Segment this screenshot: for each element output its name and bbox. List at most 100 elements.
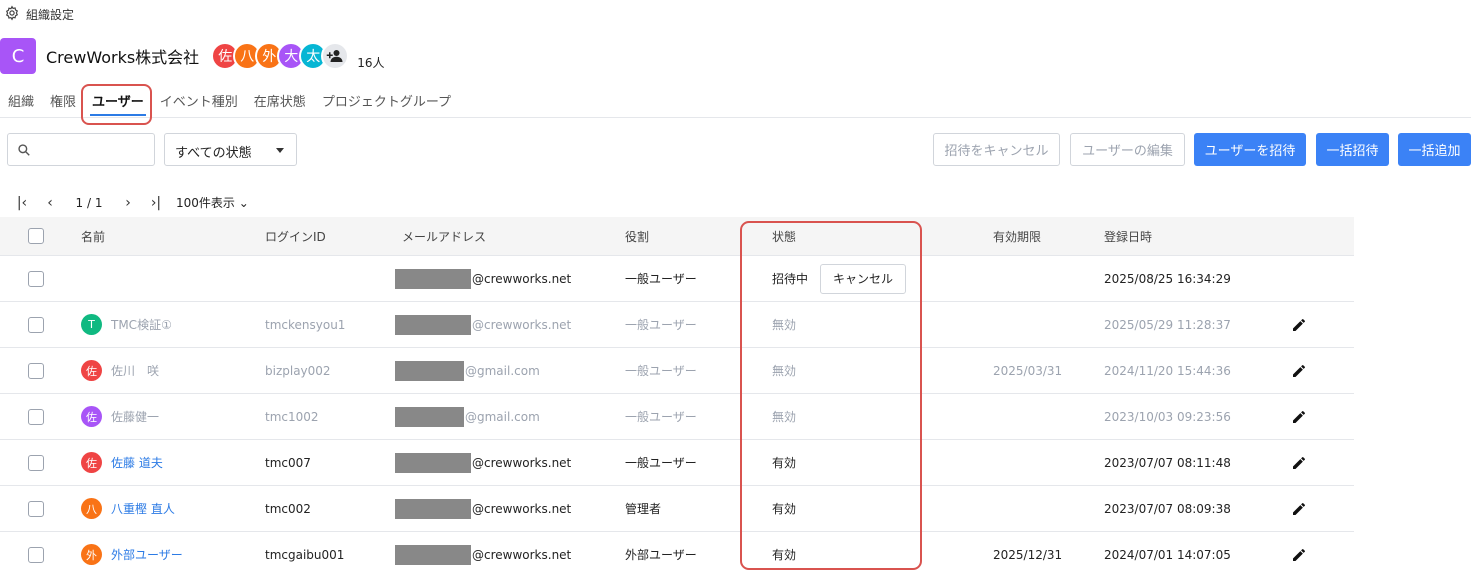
- status-text: 無効: [772, 318, 797, 332]
- cancel-invite-button[interactable]: 招待をキャンセル: [933, 133, 1060, 166]
- status-filter-select[interactable]: すべての状態: [164, 133, 297, 166]
- edit-pencil-icon[interactable]: [1291, 486, 1307, 531]
- redacted-email-mask: [395, 360, 464, 381]
- email-cell: @gmail.com: [395, 394, 540, 439]
- edit-pencil-icon[interactable]: [1291, 394, 1307, 439]
- role: 一般ユーザー: [625, 456, 697, 470]
- user-avatar: 佐: [81, 360, 102, 381]
- user-avatar: 佐: [81, 406, 102, 427]
- tab-3[interactable]: イベント種別: [152, 86, 246, 118]
- email-cell: @crewworks.net: [395, 302, 571, 347]
- redacted-email-mask: [395, 406, 464, 427]
- edit-pencil-icon[interactable]: [1291, 302, 1307, 347]
- row-checkbox[interactable]: [28, 486, 44, 531]
- user-name-cell[interactable]: 佐佐藤 道夫: [81, 440, 163, 485]
- email-cell: @gmail.com: [395, 348, 540, 393]
- email-domain: @crewworks.net: [472, 501, 572, 516]
- redacted-email-mask: [395, 268, 471, 289]
- status-filter-value: すべての状態: [175, 146, 252, 161]
- table-row[interactable]: 佐佐川 咲 bizplay002 @gmail.com 一般ユーザー 無効 2025/03…: [0, 348, 1354, 394]
- bulk-invite-button[interactable]: 一括招待: [1316, 133, 1389, 166]
- page-indicator: 1 / 1: [75, 195, 103, 210]
- user-name-cell: T TMC検証①: [81, 302, 172, 347]
- registered-at: 2024/07/01 14:07:05: [1104, 547, 1231, 562]
- user-name-cell[interactable]: 八八重樫 直人: [81, 486, 175, 531]
- registered-at: 2025/08/25 16:34:29: [1104, 271, 1231, 286]
- tab-0[interactable]: 組織: [0, 86, 42, 118]
- role: 一般ユーザー: [625, 364, 697, 378]
- role: 外部ユーザー: [625, 548, 697, 562]
- user-name: 佐藤 道夫: [111, 456, 163, 470]
- row-checkbox[interactable]: [28, 348, 44, 393]
- row-checkbox[interactable]: [28, 394, 44, 439]
- add-member-icon[interactable]: [321, 42, 350, 70]
- email-domain: @crewworks.net: [472, 317, 572, 332]
- per-page-select[interactable]: 100件表示 ⌄: [176, 194, 249, 211]
- table-row[interactable]: 八八重樫 直人 tmc002 @crewworks.net 管理者 有効 2023/07/…: [0, 486, 1354, 532]
- breadcrumb-label: 組織設定: [26, 8, 75, 22]
- email-domain: @crewworks.net: [472, 547, 572, 562]
- email-domain: @gmail.com: [465, 363, 540, 378]
- login-id: bizplay002: [265, 363, 331, 378]
- edit-user-button[interactable]: ユーザーの編集: [1070, 133, 1185, 166]
- row-checkbox[interactable]: [28, 256, 44, 301]
- col-status[interactable]: 状態: [772, 217, 796, 255]
- table-row[interactable]: 佐佐藤健一 tmc1002 @gmail.com 一般ユーザー 無効 2023/10/03…: [0, 394, 1354, 440]
- table-header: 名前 ログインID メールアドレス 役割 状態 有効期限 登録日時: [0, 217, 1354, 256]
- role: 一般ユーザー: [625, 410, 697, 424]
- col-registered[interactable]: 登録日時: [1104, 217, 1152, 255]
- bulk-add-button[interactable]: 一括追加: [1398, 133, 1471, 166]
- tab-2[interactable]: ユーザー: [84, 86, 152, 118]
- registered-at: 2024/11/20 15:44:36: [1104, 363, 1231, 378]
- user-avatar: T: [81, 314, 102, 335]
- table-row[interactable]: @crewworks.net 一般ユーザー 招待中 キャンセル 2025/08/25 1…: [0, 256, 1354, 302]
- login-id: tmckensyou1: [265, 317, 346, 332]
- edit-pencil-icon[interactable]: [1291, 532, 1307, 576]
- role: 一般ユーザー: [625, 272, 697, 286]
- org-header: C CrewWorks株式会社 佐八外大太 16人: [0, 38, 384, 74]
- tab-1[interactable]: 権限: [42, 86, 84, 118]
- org-logo: C: [0, 38, 36, 74]
- status-cell: 有効: [772, 440, 796, 485]
- next-page-icon[interactable]: ›: [114, 195, 142, 211]
- cancel-invite-row-button[interactable]: キャンセル: [820, 263, 907, 294]
- org-name: CrewWorks株式会社: [46, 48, 200, 67]
- user-name-cell: 佐佐藤健一: [81, 394, 159, 439]
- user-name-cell: 佐佐川 咲: [81, 348, 159, 393]
- login-id: tmcgaibu001: [265, 547, 345, 562]
- first-page-icon[interactable]: |‹: [8, 195, 36, 211]
- role: 管理者: [625, 502, 662, 516]
- status-text: 有効: [772, 456, 797, 470]
- col-expiry[interactable]: 有効期限: [993, 217, 1041, 255]
- member-avatars[interactable]: 佐八外大太: [211, 42, 350, 70]
- tab-4[interactable]: 在席状態: [246, 86, 314, 118]
- table-row[interactable]: 佐佐藤 道夫 tmc007 @crewworks.net 一般ユーザー 有効 2023/0…: [0, 440, 1354, 486]
- status-cell: 有効: [772, 532, 796, 576]
- col-email[interactable]: メールアドレス: [402, 217, 486, 255]
- search-input[interactable]: [7, 133, 155, 166]
- role: 一般ユーザー: [625, 318, 697, 332]
- tab-5[interactable]: プロジェクトグループ: [314, 86, 459, 118]
- row-checkbox[interactable]: [28, 532, 44, 576]
- col-name[interactable]: 名前: [81, 217, 105, 255]
- last-page-icon[interactable]: ›|: [142, 195, 170, 211]
- prev-page-icon[interactable]: ‹: [36, 195, 64, 211]
- per-page-value: 100件表示: [176, 196, 235, 210]
- row-checkbox[interactable]: [28, 302, 44, 347]
- email-cell: @crewworks.net: [395, 532, 571, 576]
- registered-at: 2023/10/03 09:23:56: [1104, 409, 1231, 424]
- gear-icon: [4, 5, 20, 24]
- edit-pencil-icon[interactable]: [1291, 440, 1307, 485]
- table-row[interactable]: 外外部ユーザー tmcgaibu001 @crewworks.net 外部ユーザー 有効…: [0, 532, 1354, 576]
- login-id: tmc1002: [265, 409, 319, 424]
- table-row[interactable]: T TMC検証① tmckensyou1 @crewworks.net 一般ユーザー 無効…: [0, 302, 1354, 348]
- invite-user-button[interactable]: ユーザーを招待: [1194, 133, 1306, 166]
- user-name-cell[interactable]: 外外部ユーザー: [81, 532, 183, 576]
- caret-down-icon: [276, 148, 284, 153]
- edit-pencil-icon[interactable]: [1291, 348, 1307, 393]
- row-checkbox[interactable]: [28, 440, 44, 485]
- col-role[interactable]: 役割: [625, 217, 649, 255]
- select-all-checkbox[interactable]: [28, 217, 44, 255]
- user-avatar: 外: [81, 544, 102, 565]
- col-login-id[interactable]: ログインID: [265, 217, 326, 255]
